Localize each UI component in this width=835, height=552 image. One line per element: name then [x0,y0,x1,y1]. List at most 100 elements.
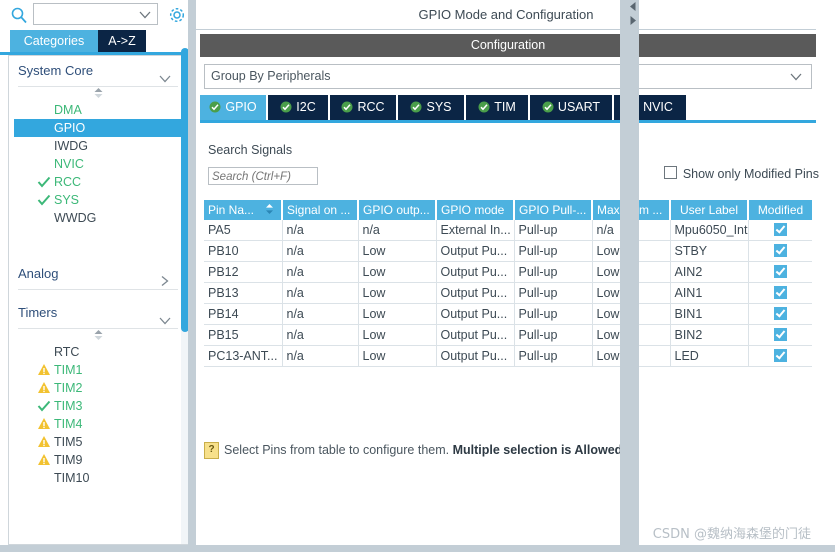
table-row[interactable]: PB10 n/a Low Output Pu... Pull-up Low ST… [204,240,812,262]
sidebar-item-label: TIM5 [54,435,83,449]
sidebar-item-nvic[interactable]: NVIC [9,155,187,173]
checkbox-checked-icon[interactable] [773,349,787,362]
search-icon[interactable] [10,6,28,24]
chevron-down-icon[interactable] [158,307,172,337]
chevron-down-icon[interactable] [138,9,152,23]
cell-modified[interactable] [748,220,812,241]
sort-arrows-icon[interactable] [264,203,275,218]
tab-rcc[interactable]: RCC [330,95,396,120]
column-header-signal-on[interactable]: Signal on ... [282,200,359,220]
tab-label: I2C [296,100,316,114]
cell-modified[interactable] [748,345,812,367]
chevron-right-icon[interactable] [158,268,172,298]
sidebar-item-label: TIM2 [54,381,83,395]
checkbox-checked-icon[interactable] [773,223,787,236]
checkbox-icon[interactable] [663,166,677,179]
column-header-gpio-mode[interactable]: GPIO mode [436,200,515,220]
signal-search-field[interactable] [208,167,318,186]
scroll-up-arrow-icon[interactable] [627,0,639,14]
column-header-gpio-output[interactable]: GPIO outp... [358,200,437,220]
cell-modified[interactable] [748,261,812,283]
tab-gpio[interactable]: GPIO [200,95,266,120]
tab-label: SYS [426,100,452,114]
column-header-pin-name[interactable]: Pin Na... [204,200,283,220]
column-label: Pin Na... [208,202,255,217]
section-title-system-core: System Core [18,63,94,78]
cell-gpio-pull: Pull-up [514,220,593,241]
section-header-analog[interactable]: Analog [18,259,178,290]
gear-icon[interactable] [167,5,187,25]
show-only-modified-pins-checkbox[interactable]: Show only Modified Pins [663,166,819,182]
hint-text: Select Pins from table to configure them… [224,440,626,460]
checkbox-checked-icon[interactable] [773,265,787,278]
cell-signal-on: n/a [282,261,359,283]
chevron-down-icon[interactable] [158,65,172,95]
cell-user-label: AIN2 [670,261,749,283]
chevron-down-icon[interactable] [789,71,803,85]
cell-user-label: AIN1 [670,282,749,304]
table-row[interactable]: PB13 n/a Low Output Pu... Pull-up Low AI… [204,282,812,304]
scroll-down-arrow-icon[interactable] [627,14,639,28]
checkbox-checked-icon[interactable] [773,286,787,299]
cell-signal-on: n/a [282,324,359,346]
sidebar-item-label: TIM4 [54,417,83,431]
sidebar-item-tim10[interactable]: TIM10 [9,469,187,487]
tab-i2c[interactable]: I2C [268,95,328,120]
tab-tim[interactable]: TIM [466,95,528,120]
table-row[interactable]: PB12 n/a Low Output Pu... Pull-up Low AI… [204,261,812,283]
table-row[interactable]: PB14 n/a Low Output Pu... Pull-up Low BI… [204,303,812,325]
sidebar-item-tim2[interactable]: TIM2 [9,379,187,397]
column-header-gpio-pull[interactable]: GPIO Pull-... [514,200,593,220]
sidebar-item-rcc[interactable]: RCC [9,173,187,191]
column-header-user-label[interactable]: User Label [670,200,749,220]
tab-categories[interactable]: Categories [10,30,98,53]
tab-sys[interactable]: SYS [398,95,464,120]
checkbox-checked-icon[interactable] [773,328,787,341]
cell-gpio-pull: Pull-up [514,345,593,367]
cell-user-label: Mpu6050_Int [670,220,749,241]
tab-label: NVIC [643,100,673,114]
column-header-modified[interactable]: Modified [748,200,812,220]
group-by-select[interactable]: Group By Peripherals [204,64,812,89]
sidebar-search-row [0,0,196,30]
sidebar-item-tim5[interactable]: TIM5 [9,433,187,451]
sidebar-item-gpio[interactable]: GPIO [14,119,187,137]
sidebar-item-label: NVIC [54,157,84,171]
cell-gpio-mode: External In... [436,220,515,241]
window-scrollbar[interactable] [627,0,639,552]
sidebar-search-combo[interactable] [33,3,158,26]
cell-modified[interactable] [748,282,812,304]
signal-search-input[interactable] [209,168,318,186]
cell-modified[interactable] [748,240,812,262]
sidebar-item-dma[interactable]: DMA [9,101,187,119]
tab-a-to-z[interactable]: A->Z [98,30,146,53]
cell-modified[interactable] [748,324,812,346]
cell-pin-name: PA5 [204,220,283,241]
sidebar-item-label: TIM10 [54,471,90,485]
check-circle-icon [410,97,422,122]
checkbox-checked-icon[interactable] [773,244,787,257]
cell-gpio-output: Low [358,240,437,262]
cell-modified[interactable] [748,303,812,325]
sidebar-item-label: RTC [54,345,80,359]
tab-usart[interactable]: USART [530,95,612,120]
checkbox-checked-icon[interactable] [773,307,787,320]
table-row[interactable]: PA5 n/a n/a External In... Pull-up n/a M… [204,220,812,241]
help-icon[interactable]: ? [204,442,219,459]
sidebar-item-tim9[interactable]: TIM9 [9,451,187,469]
sidebar-item-sys[interactable]: SYS [9,191,187,209]
sidebar-item-wwdg[interactable]: WWDG [9,209,187,227]
sidebar-item-tim1[interactable]: TIM1 [9,361,187,379]
section-header-system-core[interactable]: System Core [18,56,178,87]
sidebar-item-iwdg[interactable]: IWDG [9,137,187,155]
sidebar-search-input[interactable] [34,4,140,26]
table-row[interactable]: PB15 n/a Low Output Pu... Pull-up Low BI… [204,324,812,346]
sidebar-item-rtc[interactable]: RTC [9,343,187,361]
sidebar-item-tim4[interactable]: TIM4 [9,415,187,433]
table-row[interactable]: PC13-ANT... n/a Low Output Pu... Pull-up… [204,345,812,367]
cell-gpio-mode: Output Pu... [436,240,515,262]
sidebar-item-label: IWDG [54,139,89,153]
section-header-timers[interactable]: Timers [18,298,178,329]
cell-gpio-mode: Output Pu... [436,261,515,283]
sidebar-item-tim3[interactable]: TIM3 [9,397,187,415]
